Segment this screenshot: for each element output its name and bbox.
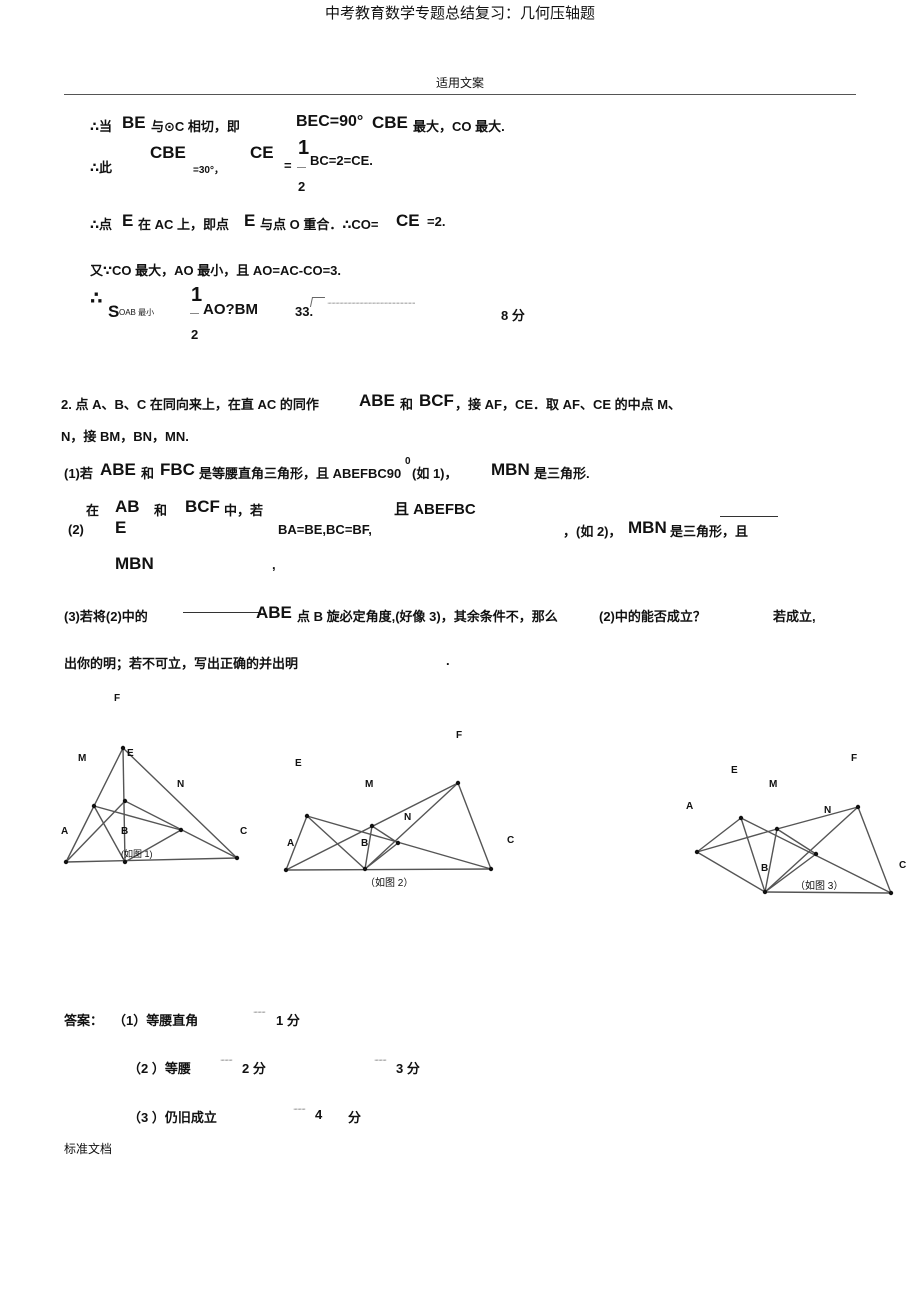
fig2-segment (371, 825, 399, 844)
fig3-point (762, 889, 768, 895)
fig2-label-M: M (365, 779, 374, 790)
figure-2-lines (285, 782, 492, 871)
score: 1 分 (276, 1013, 300, 1028)
fig1-segment-EC (122, 747, 238, 859)
fig3-segment (764, 891, 892, 894)
fig2-segment (285, 868, 492, 871)
answer-3: （3 ）仍旧成立 (128, 1110, 217, 1125)
fig2-point (304, 813, 310, 819)
fig1-label-E: E (127, 748, 134, 759)
figure-3-points (694, 804, 894, 896)
fig2-segment (457, 782, 492, 870)
fig3-label-F: F (851, 753, 858, 764)
fig3-segment (740, 817, 766, 893)
fig3-segment (696, 828, 778, 853)
answers-label: 答案： (64, 1013, 104, 1028)
fig3-label-A: A (686, 801, 694, 812)
fig1-point (178, 827, 184, 833)
score: 4 (315, 1107, 323, 1122)
fig1-label-F: F (114, 693, 121, 704)
fig1-label-M: M (78, 753, 87, 764)
fig3-label-B: B (761, 863, 769, 874)
footer-text: 标准文档 (64, 1142, 113, 1156)
fig2-segment (364, 842, 399, 870)
fig2-point (283, 867, 289, 873)
fig2-point (488, 866, 494, 872)
score-leader-dots: ········· (293, 1106, 306, 1113)
fig3-segment (857, 806, 892, 894)
score: 3 分 (396, 1061, 420, 1076)
fig3-point (774, 826, 780, 832)
fig1-point (91, 803, 97, 809)
fig3-label-E: E (731, 765, 738, 776)
fig2-caption: （如图 2） (365, 878, 414, 889)
fig1-label-B: B (121, 826, 129, 837)
fig2-label-B: B (361, 838, 369, 849)
fig2-point (455, 780, 461, 786)
figure-3-lines (696, 806, 892, 894)
fig3-label-N: N (824, 805, 832, 816)
fig1-point (63, 859, 69, 865)
fig3-segment (696, 851, 766, 893)
score: 2 分 (242, 1061, 266, 1076)
score-leader-dots: ········· (374, 1057, 387, 1064)
score-unit: 分 (348, 1110, 362, 1125)
score-leader-dots: ········· (253, 1009, 266, 1016)
fig1-point (122, 798, 128, 804)
fig1-label-C: C (240, 826, 248, 837)
fig3-point (738, 815, 744, 821)
fig3-segment (696, 817, 742, 853)
fig2-point (395, 840, 401, 846)
fig2-label-N: N (404, 812, 412, 823)
fig1-label-N: N (177, 779, 185, 790)
fig1-point (234, 855, 240, 861)
fig3-caption: （如图 3） (795, 881, 844, 892)
fig1-segment-MN (93, 805, 182, 831)
fig1-caption: (如图 1) (121, 849, 153, 859)
fig2-label-F: F (456, 730, 463, 741)
answer-2: （2 ）等腰 (128, 1061, 191, 1076)
fig3-point (694, 849, 700, 855)
fig2-label-A: A (287, 838, 295, 849)
fig3-point (888, 890, 894, 896)
figure-1-lines (65, 747, 238, 863)
score-leader-dots: ········· (220, 1057, 233, 1064)
fig2-point (369, 823, 375, 829)
fig3-label-C: C (899, 860, 907, 871)
answer-1: （1）等腰直角 (113, 1013, 199, 1028)
fig3-segment (776, 828, 817, 855)
fig2-label-C: C (507, 835, 515, 846)
fig1-point (122, 859, 128, 865)
fig3-point (813, 851, 819, 857)
fig2-label-E: E (295, 758, 302, 769)
fig2-point (362, 866, 368, 872)
fig1-point (120, 745, 126, 751)
fig3-label-M: M (769, 779, 778, 790)
fig3-point (855, 804, 861, 810)
fig1-label-A: A (61, 826, 69, 837)
fig1-segment-EB (122, 747, 126, 863)
